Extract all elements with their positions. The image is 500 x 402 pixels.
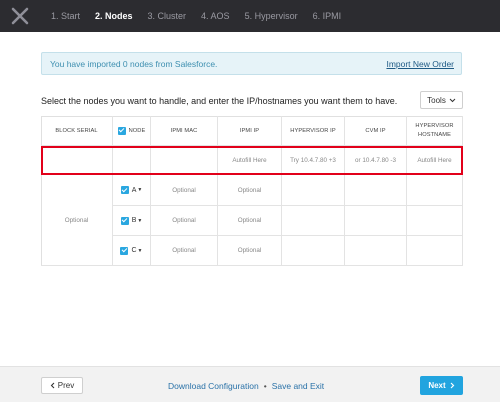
header-hypervisor-ip: HYPERVISOR IP (282, 116, 345, 146)
step-aos[interactable]: 4. AOS (201, 11, 230, 21)
node-a-hypervisor-ip-input[interactable] (282, 175, 345, 206)
autofill-block-serial-cell (41, 146, 113, 175)
node-c-letter: C (131, 247, 137, 254)
header-hypervisor-hostname: HYPERVISOR HOSTNAME (407, 116, 463, 146)
node-select-b[interactable]: B ▼ (113, 206, 151, 236)
chevron-down-icon[interactable]: ▼ (137, 187, 142, 193)
next-button[interactable]: Next (420, 376, 463, 395)
prev-button[interactable]: Prev (41, 377, 83, 394)
header-ipmi-mac-label: IPMI MAC (170, 127, 198, 134)
node-b-checkbox[interactable] (120, 216, 129, 225)
header-cvm-ip: CVM IP (345, 116, 407, 146)
footer-links: Download Configuration • Save and Exit (168, 381, 324, 391)
banner-message: You have imported 0 nodes from Salesforc… (50, 59, 218, 69)
header-hostname-line1: HYPERVISOR (415, 122, 454, 129)
node-b-hostname-input[interactable] (407, 206, 463, 236)
node-b-ipmi-ip-input[interactable]: Optional (218, 206, 282, 236)
node-select-c[interactable]: C ▼ (113, 236, 151, 266)
header-node-label: NODE (128, 127, 146, 134)
next-label: Next (428, 381, 446, 390)
step-start[interactable]: 1. Start (51, 11, 80, 21)
top-nav-bar: 1. Start 2. Nodes 3. Cluster 4. AOS 5. H… (0, 0, 500, 32)
import-new-order-link[interactable]: Import New Order (386, 59, 454, 69)
chevron-down-icon (449, 98, 456, 102)
chevron-right-icon (450, 382, 455, 389)
autofill-hypervisor-ip-input[interactable]: Try 10.4.7.80 +3 (282, 146, 345, 175)
node-a-ipmi-mac-input[interactable]: Optional (151, 175, 218, 206)
block-serial-input[interactable]: Optional (41, 175, 113, 266)
header-hostname-line2: HOSTNAME (417, 131, 452, 138)
autofill-ipmi-ip-input[interactable]: Autofill Here (218, 146, 282, 175)
tools-dropdown-button[interactable]: Tools (420, 91, 463, 109)
node-b-cvm-ip-input[interactable] (345, 206, 407, 236)
step-ipmi[interactable]: 6. IPMI (313, 11, 342, 21)
select-all-checkbox[interactable] (117, 126, 126, 135)
node-c-ipmi-ip-input[interactable]: Optional (218, 236, 282, 266)
chevron-down-icon[interactable]: ▼ (137, 218, 142, 224)
node-select-a[interactable]: A ▼ (113, 175, 151, 206)
header-ipmi-ip-label: IPMI IP (239, 127, 260, 134)
node-a-ipmi-ip-input[interactable]: Optional (218, 175, 282, 206)
header-ipmi-mac: IPMI MAC (151, 116, 218, 146)
autofill-hostname-input[interactable]: Autofill Here (407, 146, 463, 175)
footer-bar: Prev Download Configuration • Save and Exi… (0, 366, 500, 402)
instructions-text: Select the nodes you want to handle, and… (41, 96, 398, 106)
node-c-cvm-ip-input[interactable] (345, 236, 407, 266)
header-block-serial: BLOCK SERIAL (41, 116, 113, 146)
step-nodes[interactable]: 2. Nodes (95, 11, 133, 21)
chevron-left-icon (50, 382, 55, 389)
header-hypervisor-ip-label: HYPERVISOR IP (290, 127, 336, 134)
download-configuration-link[interactable]: Download Configuration (168, 381, 259, 391)
node-a-letter: A (131, 186, 137, 194)
header-ipmi-ip: IPMI IP (218, 116, 282, 146)
node-a-checkbox[interactable] (120, 186, 129, 194)
tools-label: Tools (427, 95, 446, 105)
header-node: NODE (113, 116, 151, 146)
autofill-ipmi-mac-cell (151, 146, 218, 175)
node-a-hostname-input[interactable] (407, 175, 463, 206)
node-b-letter: B (131, 217, 137, 224)
autofill-node-cell (113, 146, 151, 175)
footer-separator: • (263, 381, 267, 391)
step-cluster[interactable]: 3. Cluster (148, 11, 187, 21)
prev-label: Prev (57, 381, 75, 390)
node-c-ipmi-mac-input[interactable]: Optional (151, 236, 218, 266)
import-banner: You have imported 0 nodes from Salesforc… (41, 52, 462, 75)
node-b-hypervisor-ip-input[interactable] (282, 206, 345, 236)
header-cvm-ip-label: CVM IP (365, 127, 386, 134)
autofill-cvm-ip-input[interactable]: or 10.4.7.80 -3 (345, 146, 407, 175)
save-and-exit-link[interactable]: Save and Exit (272, 381, 324, 391)
step-hypervisor[interactable]: 5. Hypervisor (245, 11, 298, 21)
logo-x-icon (11, 7, 29, 25)
chevron-down-icon[interactable]: ▼ (138, 248, 143, 254)
node-a-cvm-ip-input[interactable] (345, 175, 407, 206)
header-block-serial-label: BLOCK SERIAL (55, 127, 98, 134)
node-c-checkbox[interactable] (120, 246, 129, 255)
node-b-ipmi-mac-input[interactable]: Optional (151, 206, 218, 236)
node-c-hypervisor-ip-input[interactable] (282, 236, 345, 266)
node-c-hostname-input[interactable] (407, 236, 463, 266)
wizard-steps: 1. Start 2. Nodes 3. Cluster 4. AOS 5. H… (51, 0, 356, 32)
